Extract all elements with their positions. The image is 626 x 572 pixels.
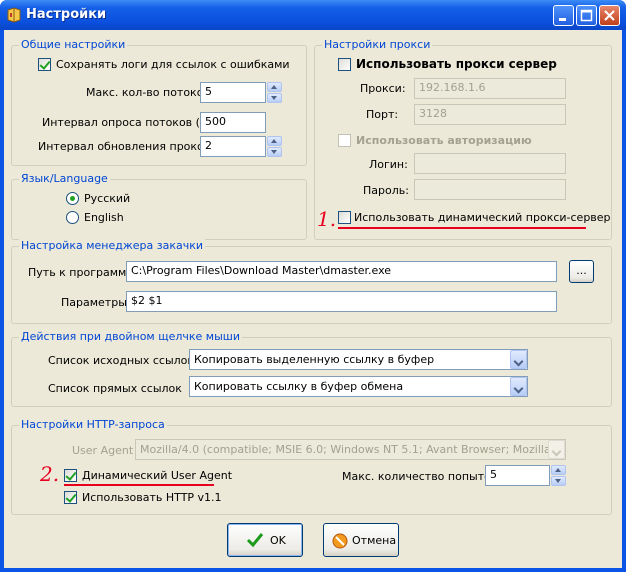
spin-down-icon[interactable] [267,147,282,157]
max-attempts-label: Макс. количество попыток [342,470,498,483]
chevron-down-icon[interactable] [548,440,565,459]
minimize-icon [559,18,566,21]
spin-down-icon[interactable] [267,93,282,103]
parameters-label: Параметры [61,296,127,309]
direct-links-value: Копировать ссылку в буфер обмена [194,380,404,393]
spin-up-icon[interactable] [551,465,566,475]
cancel-button[interactable]: Отмена [323,523,399,557]
password-input[interactable] [414,179,566,200]
program-path-input[interactable]: C:\Program Files\Download Master\dmaster… [126,261,557,282]
window-title: Настройки [26,7,107,22]
use-auth-checkbox[interactable] [338,134,351,147]
browse-button[interactable]: ... [569,260,594,283]
title-bar[interactable]: Настройки [0,0,626,30]
spin-up-icon[interactable] [267,136,282,146]
proxy-port-label: Порт: [366,108,399,121]
proxy-port-input[interactable]: 3128 [414,104,566,125]
max-threads-input[interactable]: 5 [200,82,266,103]
spin-up-icon[interactable] [267,82,282,92]
settings-window: Настройки Общие настройки Сохранять логи… [0,0,626,572]
proxy-host-label: Прокси: [360,82,406,95]
max-attempts-spinner[interactable] [551,465,566,486]
download-manager-label: Настройка менеджера закачки [19,239,206,252]
double-click-label: Действия при двойном щелчке мыши [19,330,242,343]
save-logs-label: Сохранять логи для ссылок с ошибками [56,58,290,71]
app-icon [7,7,21,23]
radio-english-label: English [84,211,124,224]
poll-interval-label: Интервал опроса потоков (мс) [42,116,219,129]
cancel-icon [332,533,348,549]
spin-down-icon[interactable] [551,476,566,486]
language-group: Язык/Language [11,172,307,240]
annotation-underline-1 [338,227,586,229]
proxy-settings-label: Настройки прокси [322,38,433,51]
direct-links-label: Список прямых ссылок [48,382,182,395]
annotation-2: 2. [40,462,60,486]
http11-checkbox[interactable] [64,491,77,504]
download-manager-group: Настройка менеджера закачки [11,239,612,324]
proxy-host-input[interactable]: 192.168.1.6 [414,78,566,99]
max-threads-label: Макс. кол-во потоков [86,86,210,99]
save-logs-checkbox[interactable] [38,58,51,71]
user-agent-label: User Agent [72,444,134,457]
login-input[interactable] [414,153,566,174]
program-path-label: Путь к программе [28,266,134,279]
max-threads-spinner[interactable] [267,82,282,103]
ok-button-label: OK [270,534,286,547]
maximize-button[interactable] [576,5,597,26]
radio-english[interactable] [66,211,79,224]
cancel-button-label: Отмена [352,534,397,547]
checkmark-icon [246,533,264,548]
close-button[interactable] [599,5,620,26]
http-settings-label: Настройки HTTP-запроса [19,418,167,431]
use-proxy-checkbox[interactable] [338,58,351,71]
minimize-button[interactable] [553,5,574,26]
login-label: Логин: [369,158,408,171]
password-label: Пароль: [363,184,409,197]
radio-russian-label: Русский [84,192,131,205]
proxy-refresh-label: Интервал обновления проксей [38,140,218,153]
proxy-refresh-spinner[interactable] [267,136,282,157]
maximize-icon [580,9,593,22]
dynamic-proxy-label: Использовать динамический прокси-сервер [354,211,611,224]
source-links-value: Копировать выделенную ссылку в буфер [194,353,435,366]
chevron-down-icon[interactable] [510,350,527,369]
proxy-refresh-input[interactable]: 2 [200,136,266,157]
language-group-label: Язык/Language [19,172,110,185]
annotation-underline-2 [64,484,214,486]
parameters-input[interactable]: $2 $1 [126,291,557,312]
poll-interval-input[interactable]: 500 [200,112,266,133]
use-proxy-label: Использовать прокси сервер [356,57,557,71]
dialog-client: Общие настройки Сохранять логи для ссыло… [4,30,622,568]
use-auth-label: Использовать авторизацию [356,134,532,147]
annotation-1: 1. [317,207,337,231]
direct-links-select[interactable]: Копировать ссылку в буфер обмена [189,376,528,397]
ok-button[interactable]: OK [227,523,303,557]
dynamic-proxy-checkbox[interactable] [338,211,351,224]
max-attempts-input[interactable]: 5 [485,465,550,486]
http11-label: Использовать HTTP v1.1 [82,491,222,504]
close-icon [604,10,615,21]
user-agent-value: Mozilla/4.0 (compatible; MSIE 6.0; Windo… [140,443,566,456]
source-links-label: Список исходных ссылок [48,354,195,367]
dynamic-user-agent-checkbox[interactable] [64,469,77,482]
chevron-down-icon[interactable] [510,377,527,396]
user-agent-select[interactable]: Mozilla/4.0 (compatible; MSIE 6.0; Windo… [135,439,566,460]
radio-russian[interactable] [66,192,79,205]
source-links-select[interactable]: Копировать выделенную ссылку в буфер [189,349,528,370]
general-settings-label: Общие настройки [19,38,128,51]
dynamic-user-agent-label: Динамический User Agent [82,469,233,482]
